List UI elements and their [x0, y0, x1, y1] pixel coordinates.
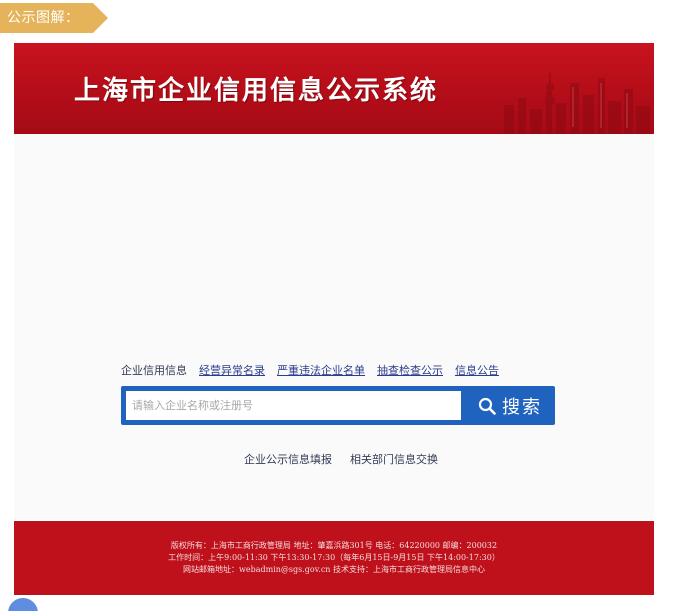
search-button-label: 搜索 [502, 396, 542, 418]
nav-link-credit-info[interactable]: 企业信用信息 [121, 362, 187, 378]
bottom-badge-icon [8, 598, 38, 611]
nav-link-announcements[interactable]: 信息公告 [455, 362, 499, 378]
search-button[interactable]: 搜索 [467, 389, 553, 422]
link-company-report-filing[interactable]: 企业公示信息填报 [244, 451, 332, 467]
site-title: 上海市企业信用信息公示系统 [74, 76, 439, 106]
search-icon [478, 397, 496, 415]
main-content: 企业信用信息 经营异常名录 严重违法企业名单 抽查检查公示 信息公告 搜索 企业… [14, 134, 654, 519]
nav-link-abnormal-operations[interactable]: 经营异常名录 [199, 362, 265, 378]
nav-links: 企业信用信息 经营异常名录 严重违法企业名单 抽查检查公示 信息公告 [121, 362, 499, 378]
secondary-links: 企业公示信息填报 相关部门信息交换 [244, 451, 438, 467]
footer-copyright-line: 版权所有：上海市工商行政管理局 地址：肇嘉浜路301号 电话：64220000 … [170, 541, 498, 550]
nav-link-spot-checks[interactable]: 抽查检查公示 [377, 362, 443, 378]
nav-link-serious-violations[interactable]: 严重违法企业名单 [277, 362, 365, 378]
search-input[interactable] [126, 391, 461, 420]
screenshot-frame: 上海市企业信用信息公示系统 企业信用信息 经营异常名录 严重违法企业名单 抽查检… [14, 43, 654, 595]
link-department-info-exchange[interactable]: 相关部门信息交换 [350, 451, 438, 467]
search-bar: 搜索 [121, 386, 555, 425]
section-tag: 公示图解： [0, 3, 108, 33]
site-footer: 版权所有：上海市工商行政管理局 地址：肇嘉浜路301号 电话：64220000 … [14, 521, 654, 595]
footer-contact-line: 网站邮箱地址：webadmin@sgs.gov.cn 技术支持：上海市工商行政管… [183, 565, 485, 574]
city-skyline-image [504, 73, 650, 134]
site-header: 上海市企业信用信息公示系统 [14, 43, 654, 134]
section-tag-label: 公示图解： [7, 10, 80, 26]
footer-hours-line: 工作时间：上午9:00-11:30 下午13:30-17:30（每年6月15日-… [168, 553, 500, 562]
